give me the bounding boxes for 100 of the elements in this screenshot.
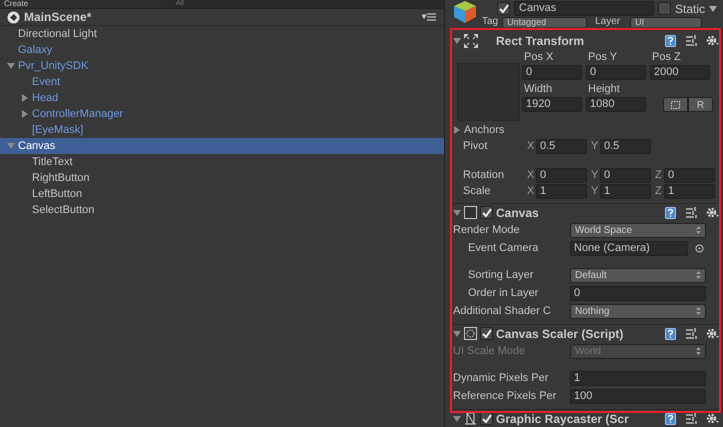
field-label: Additional Shader C <box>453 304 552 319</box>
number-field[interactable]: 1080 <box>586 97 646 112</box>
rect-transform-icon <box>464 34 478 48</box>
checkbox[interactable] <box>480 206 493 219</box>
preset-sliders-icon <box>686 35 697 46</box>
scaler-frame-icon <box>464 327 477 340</box>
field-label: Render Mode <box>453 222 521 238</box>
cube-icon <box>453 0 477 24</box>
hierarchy-item[interactable]: [EyeMask] <box>0 122 444 138</box>
axis-label: X <box>527 184 536 199</box>
number-field[interactable]: 0 <box>570 286 706 300</box>
component-title: Rect Transform <box>496 32 584 50</box>
scene-title: MainScene* <box>24 9 92 26</box>
number-field[interactable]: 1920 <box>522 97 582 112</box>
component-title: Graphic Raycaster (Scr <box>496 410 629 427</box>
axis-label: Y <box>591 168 600 183</box>
axis-label: Y <box>591 184 600 199</box>
preset-sliders-icon <box>686 328 697 339</box>
field-label: Scale <box>463 184 492 199</box>
blueprint-mode-button[interactable] <box>663 97 688 112</box>
raycaster-icon <box>464 412 477 425</box>
number-field[interactable]: 0 <box>600 168 651 182</box>
dashed-rect-icon <box>671 100 680 108</box>
number-field[interactable]: 0 <box>664 168 715 182</box>
axis-label: X <box>527 138 536 154</box>
hierarchy-item[interactable]: Pvr_UnitySDK <box>0 58 444 74</box>
field-label: Pos Y <box>587 50 618 65</box>
field-label: Pos Z <box>651 50 682 65</box>
dropdown[interactable]: World Space <box>570 222 706 238</box>
checkbox[interactable] <box>480 412 493 425</box>
raw-edit-button[interactable]: R <box>688 97 713 112</box>
component-title: Canvas Scaler (Script) <box>496 326 624 342</box>
checkbox[interactable] <box>658 2 671 15</box>
axis-label: Z <box>655 184 663 199</box>
preset-sliders-icon <box>686 413 697 424</box>
component-title: Canvas <box>496 204 539 222</box>
preset-sliders-icon <box>686 207 697 218</box>
hierarchy-item[interactable]: SelectButton <box>0 202 444 218</box>
hierarchy-item[interactable]: Galaxy <box>0 42 444 58</box>
menu-icon <box>422 13 436 21</box>
anchors-foldout[interactable]: Anchors <box>464 122 504 138</box>
object-picker-icon <box>695 244 704 252</box>
field-label: Event Camera <box>468 240 540 256</box>
axis-label: Y <box>591 138 600 154</box>
help-book-icon <box>665 34 676 46</box>
field-label: Rotation <box>463 168 505 183</box>
hierarchy-item[interactable]: Head <box>0 90 444 106</box>
settings-icon <box>706 328 719 339</box>
hierarchy-item[interactable]: Canvas <box>0 138 444 154</box>
create-button[interactable]: Create <box>0 0 32 8</box>
field-label: Reference Pixels Per <box>453 388 558 404</box>
field-label: Dynamic Pixels Per <box>453 370 550 386</box>
field-label: Pivot <box>463 138 488 154</box>
checkbox[interactable] <box>480 327 493 340</box>
field-label: Height <box>587 82 621 97</box>
up-down-arrows-icon <box>696 347 701 355</box>
number-field[interactable]: 0.5 <box>600 138 651 154</box>
dropdown-arrow-icon <box>709 6 718 12</box>
number-field[interactable]: 1 <box>536 184 587 198</box>
static-label: Static <box>675 0 706 18</box>
up-down-arrows-icon <box>696 307 701 315</box>
field-label: Order in Layer <box>468 286 540 301</box>
hierarchy-item[interactable]: LeftButton <box>0 186 444 202</box>
field-label: Pos X <box>523 50 554 65</box>
help-book-icon <box>665 206 676 218</box>
name-field[interactable]: Canvas <box>514 1 654 16</box>
unity-logo-icon <box>7 10 20 24</box>
number-field[interactable]: 1 <box>570 370 706 386</box>
number-field[interactable]: 2000 <box>650 65 710 80</box>
hierarchy-item[interactable]: ControllerManager <box>0 106 444 122</box>
number-field[interactable]: 1 <box>600 184 651 198</box>
layer-dropdown[interactable]: UI <box>630 17 702 27</box>
help-book-icon <box>665 328 676 340</box>
axis-label: X <box>527 168 536 183</box>
number-field[interactable]: 100 <box>570 388 706 404</box>
number-field[interactable]: 0 <box>586 65 646 80</box>
number-field[interactable]: 0 <box>522 65 582 80</box>
field-label: Sorting Layer <box>468 268 534 283</box>
settings-icon <box>706 413 719 424</box>
help-book-icon <box>665 412 676 424</box>
object-field[interactable]: None (Camera) <box>570 240 688 256</box>
dropdown[interactable]: Nothing <box>570 304 706 318</box>
hierarchy-item[interactable]: Event <box>0 74 444 90</box>
up-down-arrows-icon <box>696 271 701 279</box>
field-label: Width <box>523 82 554 97</box>
axis-label: Z <box>655 168 663 183</box>
tag-dropdown[interactable]: Untagged <box>502 17 588 27</box>
number-field[interactable]: 1 <box>664 184 715 198</box>
field-label: UI Scale Mode <box>453 344 526 359</box>
layer-label: Layer <box>595 17 620 27</box>
up-down-arrows-icon <box>696 226 701 234</box>
dropdown[interactable]: Default <box>570 268 706 282</box>
settings-icon <box>706 207 719 218</box>
hierarchy-item[interactable]: RightButton <box>0 170 444 186</box>
number-field[interactable]: 0.5 <box>536 138 587 154</box>
hierarchy-item[interactable]: Directional Light <box>0 26 444 42</box>
checkbox[interactable] <box>497 2 510 15</box>
tag-label: Tag <box>482 17 498 27</box>
number-field[interactable]: 0 <box>536 168 587 182</box>
hierarchy-item[interactable]: TitleText <box>0 154 444 170</box>
